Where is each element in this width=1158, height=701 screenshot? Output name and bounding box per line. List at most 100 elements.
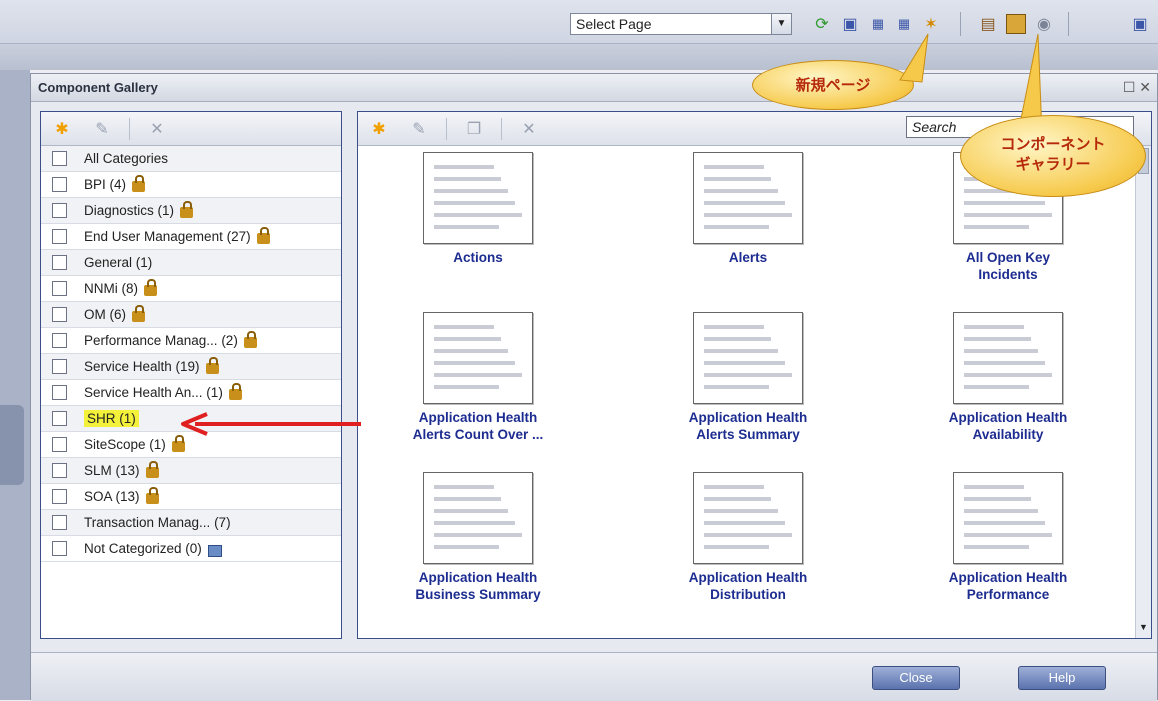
thumbnail-line: [964, 337, 1031, 341]
gallery-item[interactable]: Application Health Distribution: [628, 472, 868, 603]
toolbar-divider: [1068, 12, 1069, 36]
component-name-line1: Application Health: [688, 570, 808, 585]
category-checkbox[interactable]: [52, 463, 67, 478]
category-checkbox[interactable]: [52, 385, 67, 400]
gallery-scrollbar[interactable]: ▼: [1135, 146, 1151, 638]
category-item[interactable]: All Categories: [41, 146, 341, 172]
component-name-line2: Performance: [966, 587, 1050, 602]
category-checkbox[interactable]: [52, 229, 67, 244]
thumbnail-line: [704, 373, 792, 377]
new-page-callout-pointer: [899, 33, 929, 83]
gallery-item[interactable]: Application Health Performance: [888, 472, 1128, 603]
category-checkbox[interactable]: [52, 333, 67, 348]
category-item[interactable]: Diagnostics (1): [41, 198, 341, 224]
save-icon[interactable]: ▣: [838, 12, 862, 36]
category-item[interactable]: Service Health (19): [41, 354, 341, 380]
component-thumbnail: [693, 472, 803, 564]
component-name: Application Health Alerts Summary: [628, 409, 868, 443]
thumbnail-line: [964, 213, 1052, 217]
component-name: Application Health Alerts Count Over ...: [358, 409, 598, 443]
gallery-item[interactable]: Application Health Alerts Summary: [628, 312, 868, 443]
lock-icon: [171, 435, 185, 452]
component-thumbnail: [423, 312, 533, 404]
help-button[interactable]: Help: [1018, 666, 1106, 690]
thumbnail-line: [434, 385, 499, 389]
gallery-item[interactable]: Alerts: [628, 152, 868, 266]
new-component-icon[interactable]: ✱: [366, 119, 392, 139]
category-item[interactable]: SLM (13): [41, 458, 341, 484]
category-checkbox[interactable]: [52, 177, 67, 192]
category-item[interactable]: End User Management (27): [41, 224, 341, 250]
category-checkbox[interactable]: [52, 281, 67, 296]
component-grid: Actions Alerts All Open Key Incidents Applic…: [358, 146, 1136, 638]
category-item[interactable]: Performance Manag... (2): [41, 328, 341, 354]
scroll-down-icon[interactable]: ▼: [1137, 622, 1150, 636]
thumbnail-line: [434, 497, 501, 501]
thumbnail-line: [964, 509, 1038, 513]
component-name-line1: Alerts: [728, 250, 768, 265]
thumbnail-line: [434, 533, 522, 537]
category-checkbox[interactable]: [52, 437, 67, 452]
category-checkbox[interactable]: [52, 151, 67, 166]
red-arrow-annotation: [181, 412, 361, 436]
category-checkbox[interactable]: [52, 307, 67, 322]
gallery-item[interactable]: Application Health Business Summary: [358, 472, 598, 603]
delete-icon[interactable]: ✕: [516, 119, 542, 139]
thumbnail-line: [704, 349, 778, 353]
image-icon: [207, 544, 222, 557]
category-label: General (1): [84, 255, 153, 270]
dialog-footer: Close Help: [31, 652, 1157, 701]
gallery-item[interactable]: Application Health Alerts Count Over ...: [358, 312, 598, 443]
category-item[interactable]: Service Health An... (1): [41, 380, 341, 406]
category-checkbox[interactable]: [52, 255, 67, 270]
thumbnail-line: [964, 485, 1024, 489]
component-thumbnail: [693, 312, 803, 404]
component-name: Application Health Availability: [888, 409, 1128, 443]
thumbnail-line: [964, 349, 1038, 353]
thumbnail-line: [704, 177, 771, 181]
category-item[interactable]: BPI (4): [41, 172, 341, 198]
refresh-icon[interactable]: ⟳: [810, 12, 834, 36]
category-checkbox[interactable]: [52, 359, 67, 374]
category-label: NNMi (8): [84, 281, 138, 296]
category-label: Performance Manag... (2): [84, 333, 238, 348]
collapse-tab[interactable]: [0, 405, 24, 485]
category-checkbox[interactable]: [52, 203, 67, 218]
select-page-dropdown[interactable]: Select Page ▼: [570, 13, 792, 35]
new-category-icon[interactable]: ✱: [49, 119, 75, 139]
edit-icon[interactable]: ✎: [406, 119, 432, 139]
category-checkbox[interactable]: [52, 489, 67, 504]
component-name-line1: Application Health: [418, 410, 538, 425]
category-item[interactable]: Transaction Manag... (7): [41, 510, 341, 536]
thumbnail-line: [704, 225, 769, 229]
category-item[interactable]: NNMi (8): [41, 276, 341, 302]
monitor-icon[interactable]: ▣: [1128, 12, 1152, 36]
copy-icon[interactable]: ❐: [461, 119, 487, 139]
chevron-down-icon[interactable]: ▼: [771, 14, 791, 34]
category-label: All Categories: [84, 151, 169, 166]
category-checkbox[interactable]: [52, 541, 67, 556]
category-item[interactable]: OM (6): [41, 302, 341, 328]
thumbnail-line: [704, 337, 771, 341]
properties-icon[interactable]: ▤: [976, 12, 1000, 36]
close-button[interactable]: Close: [872, 666, 960, 690]
gallery-item[interactable]: Application Health Availability: [888, 312, 1128, 443]
component-name: All Open Key Incidents: [888, 249, 1128, 283]
gallery-item[interactable]: Actions: [358, 152, 598, 266]
category-item[interactable]: SOA (13): [41, 484, 341, 510]
category-item[interactable]: Not Categorized (0): [41, 536, 341, 562]
category-label: Service Health (19): [84, 359, 200, 374]
toolbar-divider: [960, 12, 961, 36]
thumbnail-line: [434, 485, 494, 489]
edit-icon[interactable]: ✎: [89, 119, 115, 139]
category-checkbox[interactable]: [52, 515, 67, 530]
thumbnail-line: [434, 521, 515, 525]
category-checkbox[interactable]: [52, 411, 67, 426]
window-controls[interactable]: ☐ ✕: [1123, 79, 1151, 96]
component-thumbnail: [693, 152, 803, 244]
category-item[interactable]: General (1): [41, 250, 341, 276]
component-name-line1: Application Health: [948, 410, 1068, 425]
delete-icon[interactable]: ✕: [144, 119, 170, 139]
lock-icon: [145, 461, 159, 478]
component-name-line2: Incidents: [978, 267, 1038, 282]
